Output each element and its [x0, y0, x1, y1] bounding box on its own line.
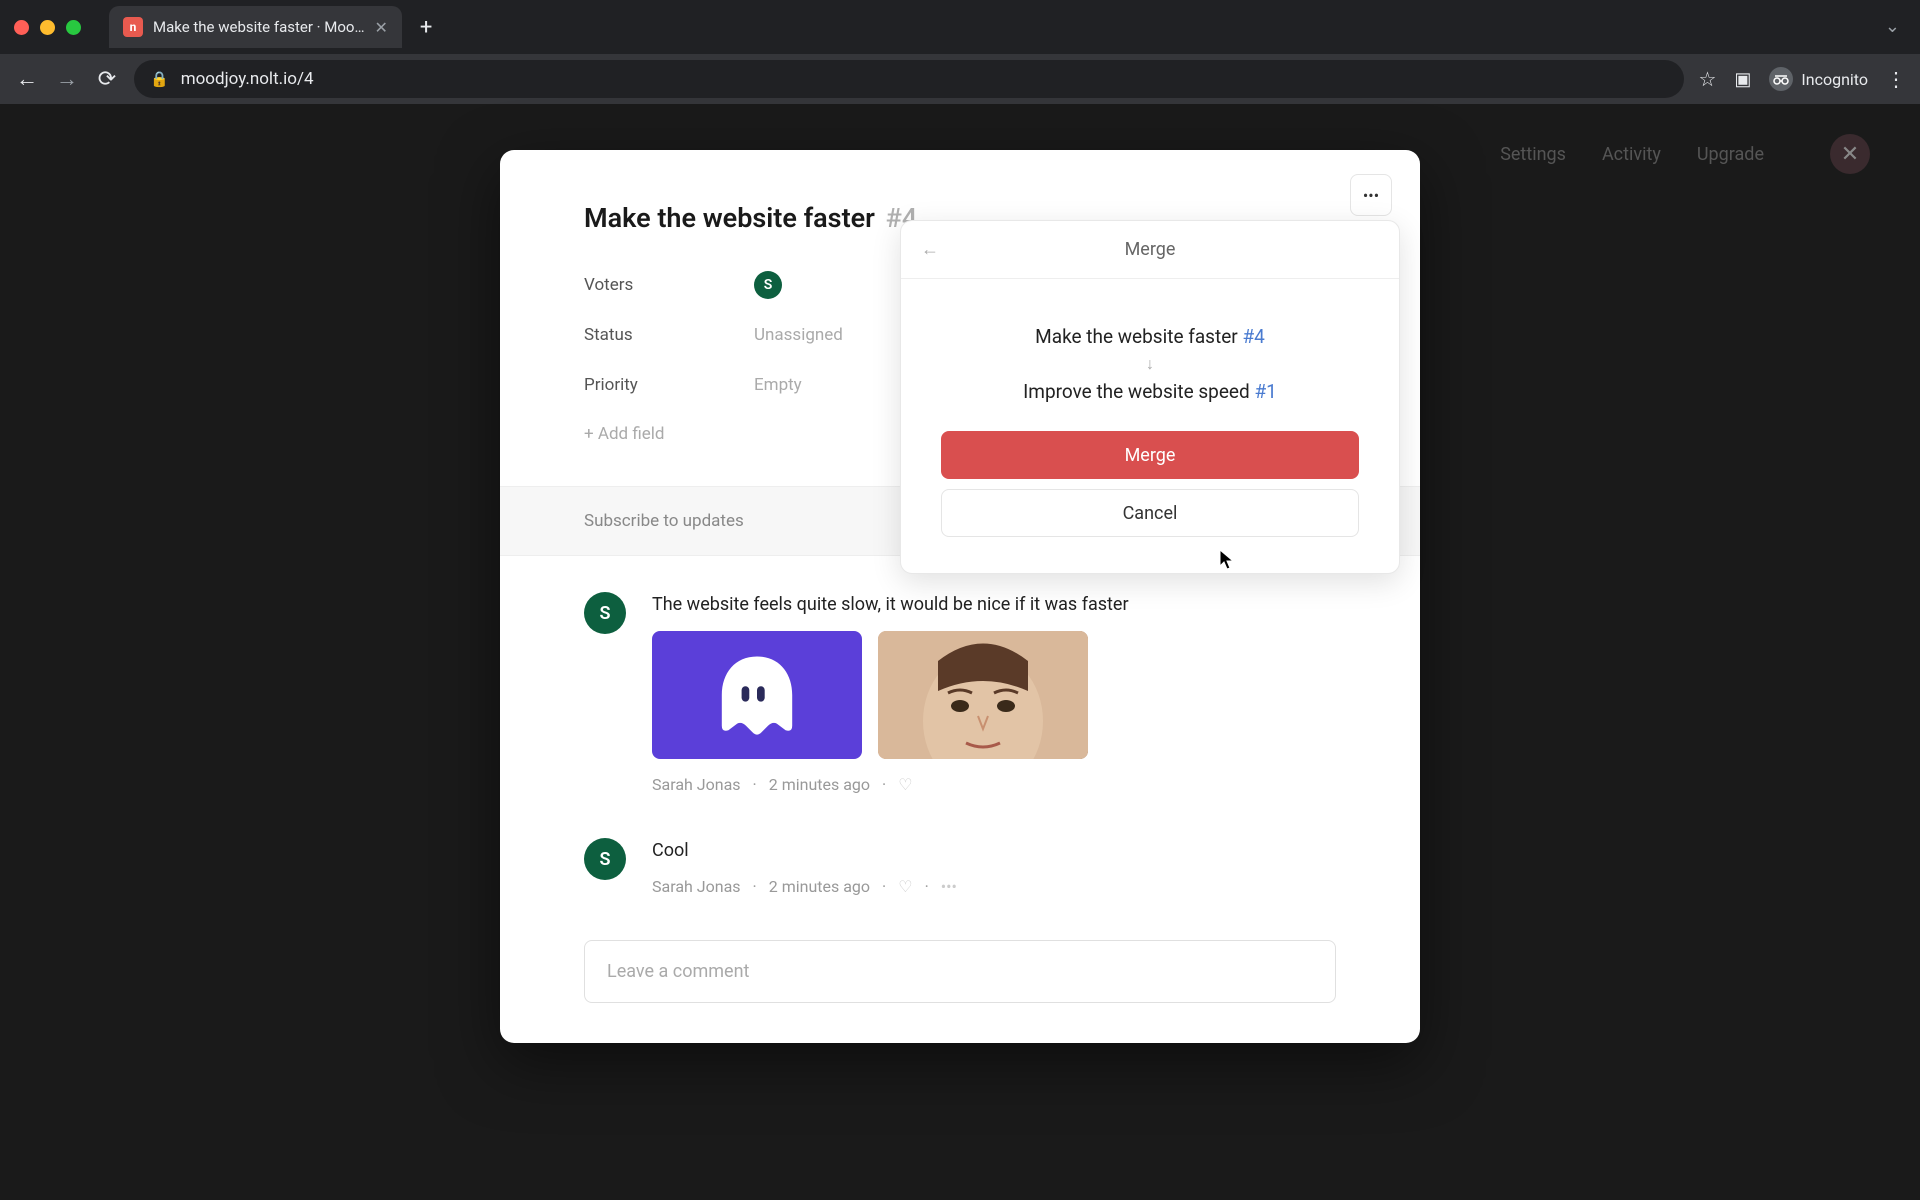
- window-maximize-button[interactable]: [66, 20, 81, 35]
- priority-label: Priority: [584, 375, 754, 395]
- window-minimize-button[interactable]: [40, 20, 55, 35]
- more-actions-button[interactable]: •••: [1350, 174, 1392, 216]
- merge-source: Make the website faster #4: [941, 325, 1359, 348]
- voter-avatar[interactable]: S: [754, 271, 782, 299]
- priority-value[interactable]: Empty: [754, 375, 802, 395]
- window-close-button[interactable]: [14, 20, 29, 35]
- status-label: Status: [584, 325, 754, 345]
- comment-input[interactable]: Leave a comment: [584, 940, 1336, 1003]
- comment-more-icon[interactable]: •••: [941, 877, 957, 896]
- modal-close-button[interactable]: ✕: [1830, 134, 1870, 174]
- comment-placeholder: Leave a comment: [607, 961, 749, 982]
- nav-back-button[interactable]: ←: [14, 66, 40, 92]
- incognito-label: Incognito: [1801, 70, 1868, 89]
- post-title-text: Make the website faster: [584, 202, 875, 234]
- attachment-image[interactable]: [652, 631, 862, 759]
- comment-attachments: [652, 631, 1336, 759]
- browser-chrome: n Make the website faster · Moo… ✕ + ⌄ ←…: [0, 0, 1920, 104]
- like-icon[interactable]: ♡: [898, 775, 912, 794]
- arrow-down-icon: ↓: [941, 354, 1359, 374]
- nav-settings[interactable]: Settings: [1500, 144, 1566, 165]
- merge-cancel-button[interactable]: Cancel: [941, 489, 1359, 537]
- voters-label: Voters: [584, 275, 754, 295]
- attachment-image[interactable]: [878, 631, 1088, 759]
- app-header-nav: Settings Activity Upgrade ✕: [1500, 134, 1870, 174]
- merge-target-ref[interactable]: #1: [1254, 380, 1276, 403]
- browser-tab[interactable]: n Make the website faster · Moo… ✕: [109, 6, 402, 48]
- merge-confirm-button[interactable]: Merge: [941, 431, 1359, 479]
- comment-item: S Cool Sarah Jonas · 2 minutes ago · ♡ ·…: [584, 838, 1336, 896]
- tab-favicon-icon: n: [123, 17, 143, 37]
- status-value[interactable]: Unassigned: [754, 325, 843, 345]
- comment-meta: Sarah Jonas · 2 minutes ago · ♡: [652, 775, 1336, 794]
- comment-text: Cool: [652, 838, 1336, 863]
- url-input[interactable]: 🔒 moodjoy.nolt.io/4: [134, 60, 1684, 98]
- tab-close-icon[interactable]: ✕: [375, 18, 388, 37]
- comment-author[interactable]: Sarah Jonas: [652, 877, 741, 896]
- url-text: moodjoy.nolt.io/4: [181, 69, 314, 89]
- like-icon[interactable]: ♡: [898, 877, 912, 896]
- new-tab-button[interactable]: +: [420, 15, 432, 40]
- merge-popover: ← Merge Make the website faster #4 ↓ Imp…: [900, 220, 1400, 574]
- comment-time: 2 minutes ago: [769, 775, 870, 794]
- comment-text: The website feels quite slow, it would b…: [652, 592, 1336, 617]
- tab-title: Make the website faster · Moo…: [153, 18, 365, 36]
- merge-header-title: Merge: [921, 239, 1379, 260]
- merge-source-ref[interactable]: #4: [1242, 325, 1264, 348]
- nav-activity[interactable]: Activity: [1602, 144, 1661, 165]
- incognito-icon: [1769, 67, 1793, 91]
- merge-target-title: Improve the website speed: [1023, 380, 1250, 403]
- comment-item: S The website feels quite slow, it would…: [584, 592, 1336, 794]
- merge-back-button[interactable]: ←: [921, 239, 939, 260]
- chrome-expand-icon[interactable]: ⌄: [1885, 16, 1900, 37]
- comment-avatar[interactable]: S: [584, 592, 626, 634]
- merge-target: Improve the website speed #1: [941, 380, 1359, 403]
- subscribe-label: Subscribe to updates: [584, 511, 744, 531]
- incognito-badge[interactable]: Incognito: [1769, 67, 1868, 91]
- nav-reload-button[interactable]: ⟳: [94, 66, 120, 92]
- window-controls: [14, 20, 81, 35]
- panel-icon[interactable]: ▣: [1734, 69, 1751, 90]
- post-modal: ••• Make the website faster #4 Voters S …: [500, 150, 1420, 1043]
- merge-source-title: Make the website faster: [1035, 325, 1238, 348]
- comment-author[interactable]: Sarah Jonas: [652, 775, 741, 794]
- comment-time: 2 minutes ago: [769, 877, 870, 896]
- comments-section: S The website feels quite slow, it would…: [500, 556, 1420, 1043]
- tab-bar: n Make the website faster · Moo… ✕ + ⌄: [0, 0, 1920, 54]
- chrome-menu-icon[interactable]: ⋮: [1886, 67, 1906, 91]
- address-bar: ← → ⟳ 🔒 moodjoy.nolt.io/4 ☆ ▣ Incognito …: [0, 54, 1920, 104]
- nav-forward-button[interactable]: →: [54, 66, 80, 92]
- bookmark-icon[interactable]: ☆: [1698, 67, 1716, 91]
- nav-upgrade[interactable]: Upgrade: [1697, 144, 1764, 165]
- comment-avatar[interactable]: S: [584, 838, 626, 880]
- comment-meta: Sarah Jonas · 2 minutes ago · ♡ · •••: [652, 877, 1336, 896]
- lock-icon: 🔒: [150, 70, 169, 88]
